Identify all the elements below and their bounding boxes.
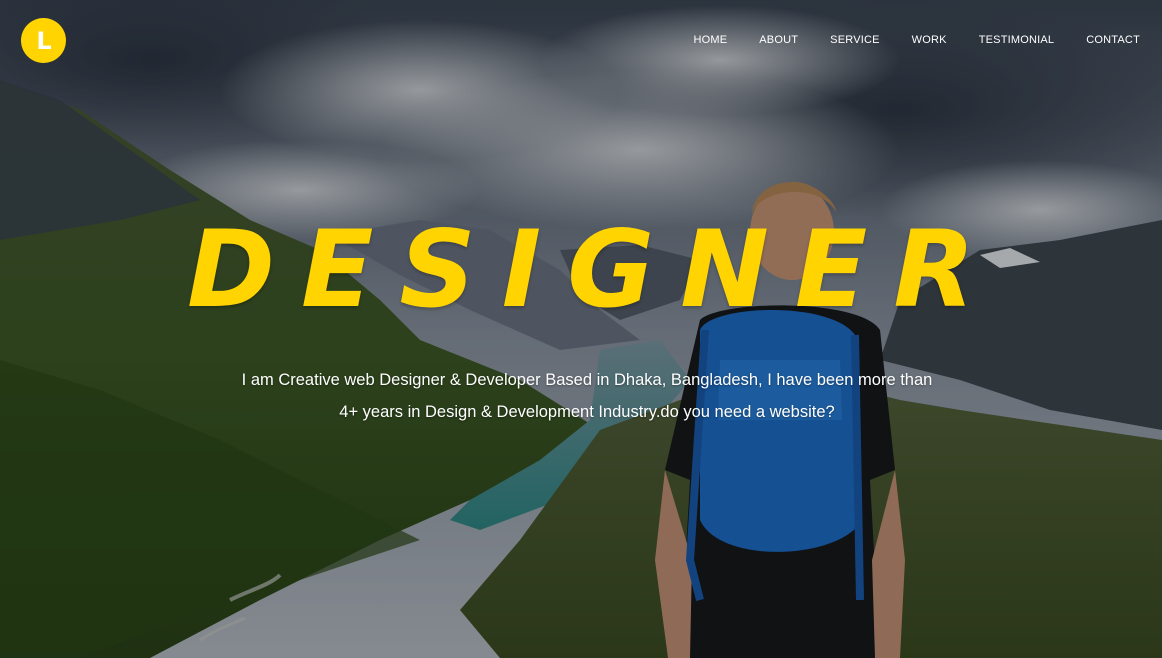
nav-item-work[interactable]: WORK (912, 34, 947, 46)
hero-section: L HOME ABOUT SERVICE WORK TESTIMONIAL CO… (0, 0, 1162, 658)
nav-item-home[interactable]: HOME (693, 34, 727, 46)
logo[interactable]: L (21, 18, 66, 63)
nav-item-contact[interactable]: CONTACT (1086, 34, 1140, 46)
nav-item-service[interactable]: SERVICE (830, 34, 880, 46)
nav-item-about[interactable]: ABOUT (759, 34, 798, 46)
hero-headline: DESIGNER (187, 208, 1001, 331)
logo-letter: L (36, 26, 52, 55)
main-nav: HOME ABOUT SERVICE WORK TESTIMONIAL CONT… (661, 34, 1140, 46)
nav-item-testimonial[interactable]: TESTIMONIAL (979, 34, 1055, 46)
hero-intro-text: I am Creative web Designer & Developer B… (241, 371, 933, 421)
